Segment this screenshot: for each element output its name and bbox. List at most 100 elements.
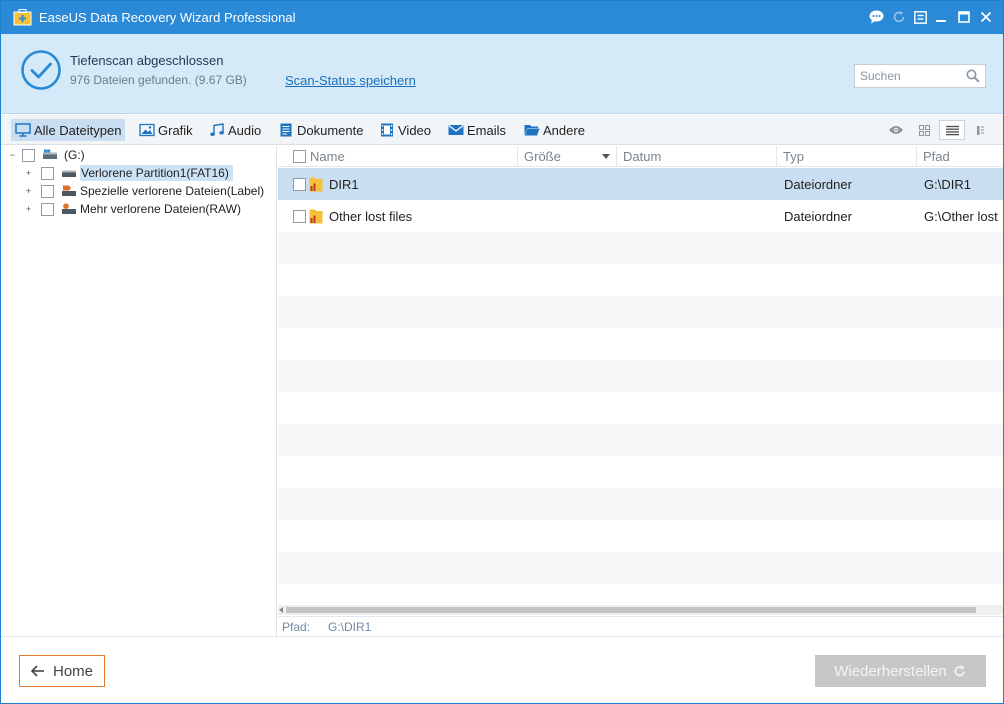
lost-folder-icon	[309, 177, 323, 191]
folder-tree: − (G:) + Verlorene Partition1(FAT16) + S…	[1, 146, 277, 636]
file-list: Name Größe Datum Typ Pfad DIR1 Dateiordn…	[278, 146, 1003, 616]
search-icon[interactable]	[966, 69, 980, 83]
app-logo-icon	[13, 9, 32, 26]
save-scan-status-link[interactable]: Scan-Status speichern	[285, 73, 416, 88]
scroll-left-icon[interactable]	[279, 607, 283, 613]
filter-images[interactable]: Grafik	[135, 119, 197, 141]
chat-icon[interactable]	[867, 8, 885, 26]
expand-toggle[interactable]: +	[24, 168, 33, 178]
settings-icon[interactable]	[911, 8, 929, 26]
grid-view-button[interactable]	[913, 120, 935, 140]
arrow-left-icon	[30, 665, 44, 677]
eye-icon	[889, 126, 903, 134]
checkbox[interactable]	[293, 177, 306, 191]
horizontal-scrollbar[interactable]	[278, 605, 1003, 615]
app-window: EaseUS Data Recovery Wizard Professional…	[0, 0, 1004, 704]
name-cell: Other lost files	[309, 200, 514, 232]
maximize-icon[interactable]	[955, 8, 973, 26]
filter-all-file-types[interactable]: Alle Dateitypen	[11, 119, 126, 141]
lost-folder-icon	[309, 209, 323, 223]
column-title: Größe	[524, 149, 561, 164]
recover-arrow-icon	[954, 665, 965, 677]
tagged-drive-icon	[62, 185, 76, 196]
select-all-checkbox[interactable]	[293, 150, 306, 163]
checkbox[interactable]	[41, 202, 54, 216]
detail-view-button[interactable]	[969, 120, 991, 140]
tree-item-drive-g[interactable]: − (G:)	[8, 146, 85, 164]
empty-row	[278, 552, 1003, 584]
checkbox[interactable]	[22, 148, 35, 162]
type-cell: Dateiordner	[784, 176, 852, 192]
envelope-icon	[448, 125, 464, 135]
filter-label: Emails	[467, 122, 507, 138]
size-cell	[523, 200, 613, 232]
file-type-filter-bar: Alle Dateitypen Grafik Audio Dokumente V…	[1, 115, 1003, 145]
scan-result-summary: 976 Dateien gefunden. (9.67 GB)	[70, 73, 247, 87]
collapse-toggle[interactable]: −	[8, 150, 17, 160]
expand-toggle[interactable]: +	[24, 186, 33, 196]
detail-view-icon	[977, 125, 984, 135]
list-view-button[interactable]	[939, 120, 965, 140]
raw-drive-icon	[62, 203, 76, 214]
empty-row	[278, 520, 1003, 552]
home-button[interactable]: Home	[19, 655, 105, 687]
empty-row	[278, 424, 1003, 456]
checkbox[interactable]	[293, 209, 306, 223]
close-icon[interactable]	[977, 8, 995, 26]
preview-toggle-button[interactable]	[885, 120, 907, 140]
recover-button-label: Wiederherstellen	[834, 662, 947, 680]
checkbox[interactable]	[41, 184, 54, 198]
scan-status-panel: Tiefenscan abgeschlossen 976 Dateien gef…	[1, 34, 1003, 114]
folder-open-icon	[524, 125, 540, 136]
date-cell	[623, 168, 773, 200]
tree-label: Spezielle verlorene Dateien(Label)	[80, 184, 265, 198]
table-row[interactable]: Other lost files Dateiordner G:\Other lo…	[278, 200, 1003, 232]
scrollbar-thumb[interactable]	[286, 607, 976, 613]
filter-other[interactable]: Andere	[520, 119, 589, 141]
title-bar[interactable]: EaseUS Data Recovery Wizard Professional	[1, 1, 1003, 34]
checkbox[interactable]	[41, 166, 54, 180]
filter-audio[interactable]: Audio	[205, 119, 265, 141]
minimize-icon[interactable]	[932, 8, 950, 26]
date-cell	[623, 200, 773, 232]
path-cell: G:\Other lost	[924, 208, 998, 224]
column-header-name[interactable]: Name	[278, 146, 518, 167]
monitor-icon	[15, 123, 31, 137]
type-cell: Dateiordner	[784, 208, 852, 224]
path-cell: G:\DIR1	[924, 176, 971, 192]
empty-row	[278, 456, 1003, 488]
search-box[interactable]	[854, 64, 986, 88]
tree-item-special-lost-files[interactable]: + Spezielle verlorene Dateien(Label)	[24, 182, 264, 200]
column-header-size[interactable]: Größe	[518, 146, 617, 167]
table-row[interactable]: DIR1 Dateiordner G:\DIR1	[278, 168, 1003, 200]
refresh-icon[interactable]	[890, 8, 908, 26]
filter-label: Video	[398, 122, 432, 138]
footer-bar: Home Wiederherstellen	[1, 636, 1003, 703]
file-list-header: Name Größe Datum Typ Pfad	[278, 146, 1003, 167]
filter-label: Audio	[228, 122, 262, 138]
search-input[interactable]	[860, 68, 960, 84]
filter-label: Alle Dateitypen	[34, 122, 122, 138]
column-header-type[interactable]: Typ	[777, 146, 917, 167]
window-title: EaseUS Data Recovery Wizard Professional	[39, 10, 296, 25]
tree-item-lost-partition[interactable]: + Verlorene Partition1(FAT16)	[24, 164, 233, 182]
sort-descending-icon	[602, 154, 610, 159]
tree-label: Mehr verlorene Dateien(RAW)	[80, 202, 241, 216]
tree-label: Verlorene Partition1(FAT16)	[80, 165, 233, 181]
expand-toggle[interactable]: +	[24, 204, 33, 214]
recover-button[interactable]: Wiederherstellen	[815, 655, 986, 687]
empty-row	[278, 392, 1003, 424]
filter-video[interactable]: Video	[375, 119, 435, 141]
file-name: DIR1	[329, 176, 359, 192]
filter-label: Grafik	[158, 122, 193, 138]
column-title: Pfad	[923, 149, 950, 164]
empty-row	[278, 264, 1003, 296]
filter-documents[interactable]: Dokumente	[274, 119, 367, 141]
name-cell: DIR1	[309, 168, 514, 200]
path-value: G:\DIR1	[328, 620, 372, 634]
filter-emails[interactable]: Emails	[444, 119, 510, 141]
column-header-path[interactable]: Pfad	[917, 146, 1003, 167]
tree-item-more-lost-files[interactable]: + Mehr verlorene Dateien(RAW)	[24, 200, 241, 218]
column-header-date[interactable]: Datum	[617, 146, 777, 167]
selected-path-bar: Pfad: G:\DIR1	[278, 616, 1003, 636]
